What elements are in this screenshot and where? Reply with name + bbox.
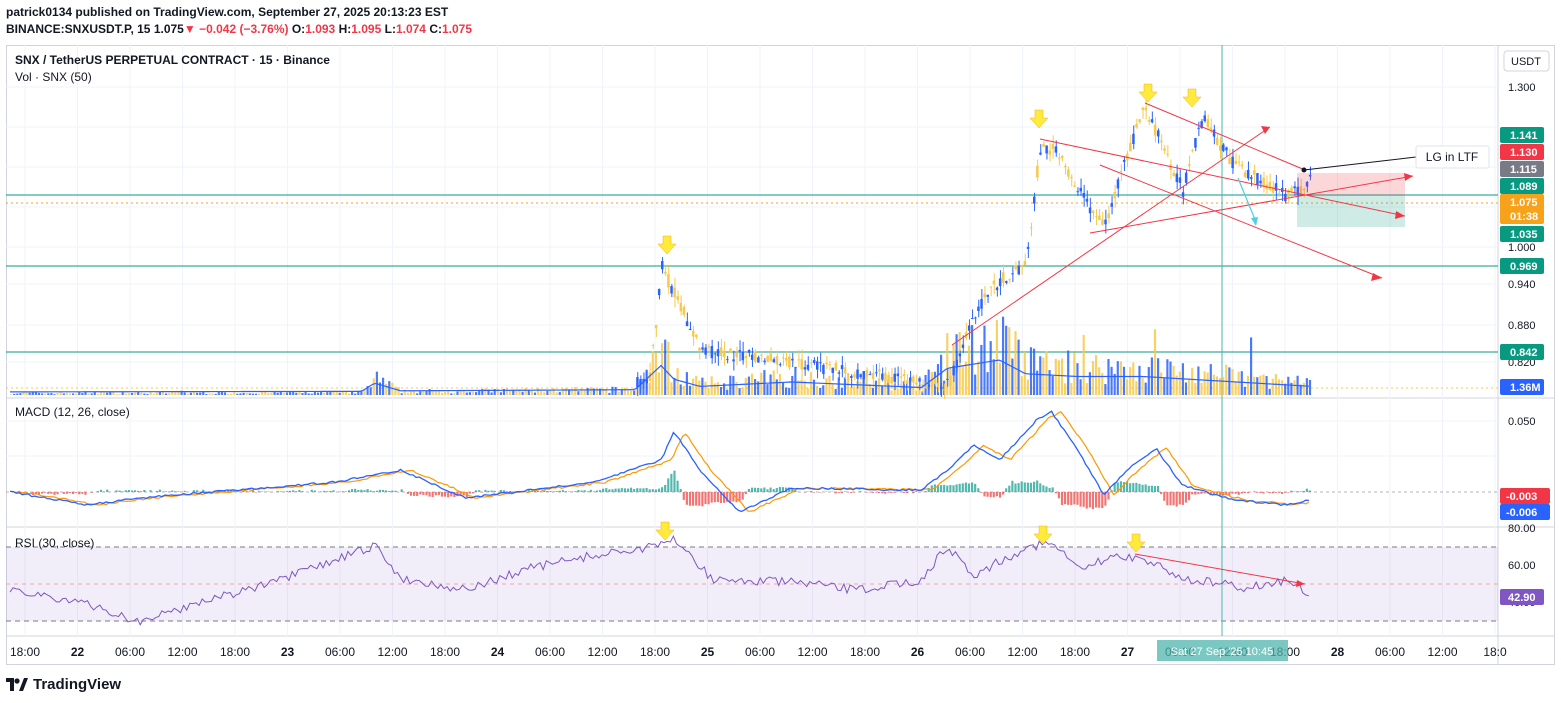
- brand-name: TradingView: [33, 676, 122, 693]
- price-badge-label: 0.842: [1510, 347, 1538, 359]
- price-axis-label: 0.940: [1508, 279, 1536, 291]
- callout-anchor: [1301, 167, 1307, 173]
- trendline-upper[interactable]: [1144, 102, 1306, 171]
- price-badge-label: 0.969: [1510, 261, 1538, 273]
- volume-label: Vol · SNX (50): [15, 70, 92, 84]
- rsi-badge-label: 42.90: [1508, 592, 1536, 604]
- projection-arrowhead-icon: [1251, 217, 1258, 226]
- price-badge-label: 1.141: [1510, 130, 1538, 142]
- price-axis-label: 1.300: [1508, 82, 1536, 94]
- time-axis-label: 18:00: [850, 645, 880, 659]
- time-axis-label: 06:00: [955, 645, 985, 659]
- callout-line: [1303, 156, 1417, 171]
- time-axis-label: 18:00: [220, 645, 250, 659]
- time-axis-label: 06:00: [325, 645, 355, 659]
- yellow-arrow-icon: [657, 235, 677, 255]
- yellow-arrow-icon: [655, 521, 675, 541]
- macd-badge-label: -0.006: [1506, 507, 1537, 519]
- take-profit-zone[interactable]: [1297, 195, 1405, 227]
- time-axis-label: 06:00: [115, 645, 145, 659]
- time-axis-label: 18:00: [640, 645, 670, 659]
- yellow-arrow-icon: [1033, 525, 1053, 545]
- currency-button-label[interactable]: USDT: [1511, 56, 1541, 68]
- time-axis-label: 24: [491, 645, 505, 659]
- time-axis-label: 06:00: [1375, 645, 1405, 659]
- price-badge-label: 1.36M: [1510, 382, 1541, 394]
- tradingview-logo-icon: [6, 678, 28, 691]
- time-axis-label: 22: [71, 645, 85, 659]
- trading-chart[interactable]: SNX / TetherUS PERPETUAL CONTRACT · 15 ·…: [0, 0, 1561, 703]
- time-axis-label: 28: [1331, 645, 1345, 659]
- time-axis-label: 06:00: [535, 645, 565, 659]
- price-badge-label: 01:38: [1510, 211, 1538, 223]
- price-candles: [636, 98, 1312, 400]
- time-axis-label: 18:00: [1060, 645, 1090, 659]
- chart-title: SNX / TetherUS PERPETUAL CONTRACT · 15 ·…: [15, 53, 330, 67]
- rsi-label: RSI (30, close): [15, 536, 94, 550]
- time-axis-label: 12:00: [587, 645, 617, 659]
- yellow-arrow-markers: [655, 83, 1202, 553]
- rsi-axis-label: 80.00: [1508, 523, 1536, 535]
- price-badge-label: 1.089: [1510, 181, 1538, 193]
- annotation-text[interactable]: LG in LTF: [1426, 150, 1478, 164]
- macd-axis-label: 0.050: [1508, 416, 1536, 428]
- price-axis-label: 0.880: [1508, 320, 1536, 332]
- time-axis-label: 12:00: [1427, 645, 1457, 659]
- projection-arrow[interactable]: [1237, 177, 1257, 223]
- time-axis-label: 25: [701, 645, 715, 659]
- arrowhead-icon: [1404, 173, 1413, 181]
- price-badge-label: 1.075: [1510, 197, 1538, 209]
- macd-signal-line: [9, 410, 1310, 512]
- time-axis-label: 27: [1121, 645, 1135, 659]
- footer-brand[interactable]: TradingView: [6, 676, 121, 693]
- time-axis-label: 12:00: [797, 645, 827, 659]
- time-axis-label: 12:00: [377, 645, 407, 659]
- time-axis-label: 18:0: [1483, 645, 1507, 659]
- time-axis-label: 23: [281, 645, 295, 659]
- time-axis-label: 12:00: [1007, 645, 1037, 659]
- price-badge-label: 1.130: [1510, 147, 1538, 159]
- macd-badge-label: -0.003: [1506, 491, 1537, 503]
- macd-histogram: [16, 470, 1312, 510]
- time-axis-label: 12:00: [167, 645, 197, 659]
- yellow-arrow-icon: [1029, 109, 1049, 129]
- yellow-arrow-icon: [1182, 88, 1202, 108]
- time-axis-label: 26: [911, 645, 925, 659]
- time-axis-label: 18:00: [430, 645, 460, 659]
- price-badge-label: 1.035: [1510, 229, 1538, 241]
- volume-bars: [10, 316, 1312, 395]
- time-axis-label: 18:00: [10, 645, 40, 659]
- price-axis-label: 1.000: [1508, 242, 1536, 254]
- macd-label: MACD (12, 26, close): [15, 405, 130, 419]
- rsi-axis-label: 60.00: [1508, 560, 1536, 572]
- time-axis-label: 06:00: [745, 645, 775, 659]
- cursor-time-label: Sat 27 Sep '25 10:45: [1171, 646, 1273, 658]
- macd-line: [9, 410, 1309, 513]
- stop-loss-zone[interactable]: [1297, 173, 1405, 195]
- price-badge-label: 1.115: [1510, 164, 1537, 176]
